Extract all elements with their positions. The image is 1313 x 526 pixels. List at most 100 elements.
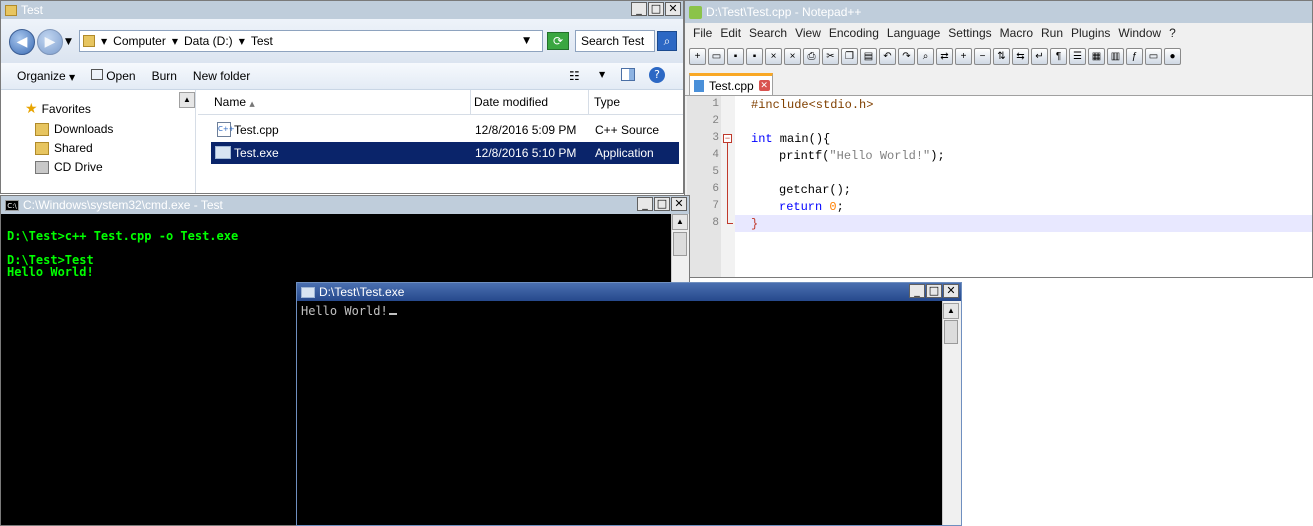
menu-language[interactable]: Language — [887, 26, 940, 40]
function-list-icon[interactable]: ƒ — [1126, 47, 1143, 65]
exe-app-icon — [301, 286, 315, 298]
cmd-titlebar[interactable]: C:\ C:\Windows\system32\cmd.exe - Test _… — [1, 196, 689, 214]
menu-encoding[interactable]: Encoding — [829, 26, 879, 40]
show-all-chars-icon[interactable]: ¶ — [1050, 47, 1067, 65]
organize-button[interactable]: Organize ▼ — [17, 69, 75, 83]
file-row-exe[interactable]: Test.exe 12/8/2016 5:10 PM Application — [211, 142, 679, 164]
search-input[interactable]: Search Test — [575, 30, 655, 52]
nav-downloads[interactable]: Downloads — [35, 122, 113, 136]
find-icon[interactable]: ⌕ — [917, 47, 934, 65]
search-icon[interactable]: ⌕ — [657, 31, 677, 51]
command-bar: Organize ▼ Open Burn New folder ☷ ▼ ? — [1, 63, 683, 90]
nav-scroll-up-icon[interactable]: ▲ — [179, 92, 195, 108]
code-string: "Hello World!" — [829, 149, 931, 163]
close-file-icon[interactable]: × — [765, 47, 782, 65]
file-row-cpp[interactable]: C++ Test.cpp 12/8/2016 5:09 PM C++ Sourc… — [211, 119, 679, 141]
refresh-icon[interactable]: ⟳ — [547, 32, 569, 50]
minimize-button[interactable]: _ — [637, 197, 653, 211]
open-file-icon[interactable]: ▭ — [708, 47, 725, 65]
doc-map-icon[interactable]: ▥ — [1107, 47, 1124, 65]
menu-search[interactable]: Search — [749, 26, 787, 40]
new-folder-button[interactable]: New folder — [193, 69, 250, 83]
recent-pages-icon[interactable]: ▼ — [65, 37, 72, 47]
menu-settings[interactable]: Settings — [948, 26, 991, 40]
record-macro-icon[interactable]: ● — [1164, 47, 1181, 65]
sync-vertical-icon[interactable]: ⇅ — [993, 47, 1010, 65]
nav-shared[interactable]: Shared — [35, 141, 93, 155]
close-button[interactable]: ✕ — [665, 2, 681, 16]
explorer-titlebar[interactable]: Test _ □ ✕ — [1, 1, 683, 19]
notepad-tab-bar: Test.cpp ✕ — [685, 71, 1312, 96]
breadcrumb-drive[interactable]: Data (D:) — [184, 34, 233, 48]
column-date[interactable]: Date modified — [474, 95, 548, 109]
line-number: 1 — [712, 98, 719, 110]
address-bar[interactable]: ▼ Computer ▼ Data (D:) ▼ Test ▼ — [79, 30, 543, 52]
back-icon[interactable]: ◀ — [9, 29, 35, 55]
breadcrumb-computer[interactable]: Computer — [113, 34, 166, 48]
menu-help[interactable]: ? — [1169, 26, 1176, 40]
undo-icon[interactable]: ↶ — [879, 47, 896, 65]
burn-button[interactable]: Burn — [152, 69, 177, 83]
nav-favorites[interactable]: ★ Favorites — [25, 101, 91, 117]
open-icon — [91, 69, 104, 80]
close-tab-icon[interactable]: ✕ — [758, 80, 770, 91]
cut-icon[interactable]: ✂ — [822, 47, 839, 65]
print-icon[interactable]: ⎙ — [803, 47, 820, 65]
zoom-in-icon[interactable]: + — [955, 47, 972, 65]
menu-macro[interactable]: Macro — [1000, 26, 1033, 40]
sync-horizontal-icon[interactable]: ⇆ — [1012, 47, 1029, 65]
folder-icon — [83, 35, 95, 47]
fold-minus-icon[interactable]: − — [723, 134, 732, 143]
chevron-down-icon[interactable]: ▼ — [523, 36, 530, 46]
exe-titlebar[interactable]: D:\Test\Test.exe _ □ ✕ — [297, 283, 961, 301]
close-all-icon[interactable]: × — [784, 47, 801, 65]
text-cursor — [388, 313, 397, 315]
language-icon[interactable]: ▦ — [1088, 47, 1105, 65]
copy-icon[interactable]: ❐ — [841, 47, 858, 65]
file-name: Test.cpp — [234, 123, 279, 137]
exe-console-window: D:\Test\Test.exe _ □ ✕ Hello World! ▲ — [296, 282, 962, 526]
open-button[interactable]: Open — [91, 69, 136, 83]
replace-icon[interactable]: ⇄ — [936, 47, 953, 65]
breadcrumb-folder[interactable]: Test — [251, 34, 273, 48]
preview-pane-icon[interactable] — [621, 68, 635, 81]
code-line-6: getchar(); — [779, 183, 852, 197]
paste-icon[interactable]: ▤ — [860, 47, 877, 65]
save-all-icon[interactable]: ▪ — [746, 47, 763, 65]
chevron-down-icon[interactable]: ▼ — [599, 70, 605, 79]
code-editor[interactable]: 1 2 3 4 5 6 7 8 − #include<stdio.h> int … — [687, 96, 1312, 277]
help-icon[interactable]: ? — [649, 67, 665, 83]
save-icon[interactable]: ▪ — [727, 47, 744, 65]
exe-scrollbar[interactable]: ▲ — [942, 301, 961, 525]
menu-edit[interactable]: Edit — [720, 26, 741, 40]
notepad-titlebar[interactable]: D:\Test\Test.cpp - Notepad++ — [685, 1, 1312, 23]
folder-workspace-icon[interactable]: ▭ — [1145, 47, 1162, 65]
column-type[interactable]: Type — [594, 95, 620, 109]
word-wrap-icon[interactable]: ↵ — [1031, 47, 1048, 65]
scroll-thumb[interactable] — [944, 320, 958, 344]
maximize-button[interactable]: □ — [648, 2, 664, 16]
nav-cd-drive[interactable]: CD Drive — [35, 160, 103, 174]
close-button[interactable]: ✕ — [671, 197, 687, 211]
scroll-thumb[interactable] — [673, 232, 687, 256]
tab-test-cpp[interactable]: Test.cpp ✕ — [689, 73, 773, 95]
scroll-up-icon[interactable]: ▲ — [943, 303, 959, 319]
zoom-out-icon[interactable]: − — [974, 47, 991, 65]
menu-run[interactable]: Run — [1041, 26, 1063, 40]
menu-window[interactable]: Window — [1118, 26, 1161, 40]
close-button[interactable]: ✕ — [943, 284, 959, 298]
menu-view[interactable]: View — [795, 26, 821, 40]
menu-file[interactable]: File — [693, 26, 712, 40]
menu-plugins[interactable]: Plugins — [1071, 26, 1110, 40]
minimize-button[interactable]: _ — [631, 2, 647, 16]
new-file-icon[interactable]: + — [689, 47, 706, 65]
indent-guide-icon[interactable]: ☰ — [1069, 47, 1086, 65]
column-name[interactable]: Name ▲ — [214, 95, 255, 109]
minimize-button[interactable]: _ — [909, 284, 925, 298]
redo-icon[interactable]: ↷ — [898, 47, 915, 65]
maximize-button[interactable]: □ — [926, 284, 942, 298]
scroll-up-icon[interactable]: ▲ — [672, 214, 688, 230]
view-options-icon[interactable]: ☷ — [569, 69, 580, 83]
forward-icon[interactable]: ▶ — [37, 29, 63, 55]
maximize-button[interactable]: □ — [654, 197, 670, 211]
